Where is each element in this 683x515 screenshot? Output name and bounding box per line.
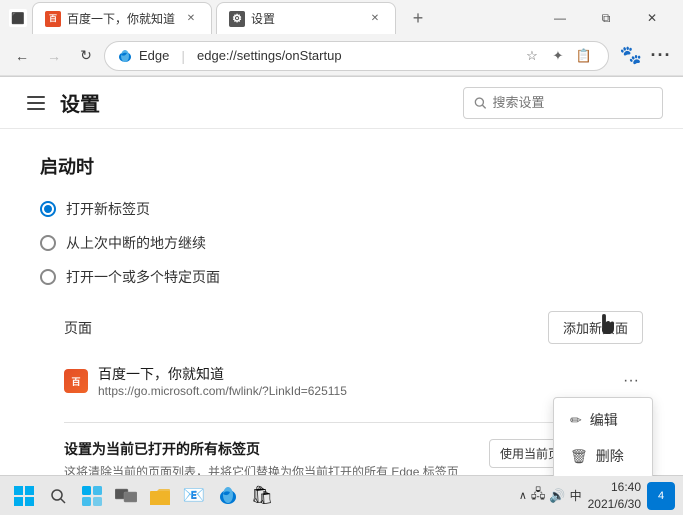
svg-text:⬛: ⬛	[11, 12, 25, 25]
sys-tray: ∧ 🖧 🔊 中	[519, 485, 582, 507]
forward-button[interactable]: →	[40, 42, 68, 70]
windows-logo-icon	[14, 486, 34, 506]
edit-label: 编辑	[590, 410, 618, 430]
refresh-button[interactable]: ↻	[72, 42, 100, 70]
pages-header: 页面 添加新页面	[64, 311, 643, 344]
taskview-icon	[115, 487, 137, 505]
window-controls: — ⧉ ✕	[537, 0, 675, 36]
taskbar-search-button[interactable]	[44, 482, 72, 510]
tab-settings-label: 设置	[251, 10, 361, 27]
taskbar-app-store[interactable]: 🛍	[246, 480, 278, 512]
tab-settings[interactable]: ⚙ 设置 ✕	[216, 2, 396, 34]
section-title: 启动时	[40, 153, 643, 179]
tab-baidu[interactable]: 百 百度一下，你就知道 ✕	[32, 2, 212, 34]
taskbar-search-icon	[50, 488, 66, 504]
taskbar-app-explorer[interactable]	[144, 480, 176, 512]
taskbar-app-mail[interactable]: 📧	[178, 480, 210, 512]
pages-section: 页面 添加新页面 百 百度一下，你就知道 https://go.microsof…	[64, 311, 643, 476]
page-item-favicon: 百	[64, 369, 88, 393]
taskbar-right: ∧ 🖧 🔊 中 16:40 2021/6/30 4	[519, 479, 675, 513]
address-text: edge://settings/onStartup	[197, 48, 514, 63]
taskbar-apps: 📧 🛍	[76, 480, 278, 512]
more-icon[interactable]: ···	[647, 42, 675, 70]
radio-continue[interactable]	[40, 235, 56, 251]
taskbar: 📧 🛍 ∧ 🖧 🔊 中 16:40 2021/6/30 4	[0, 475, 683, 515]
bottom-title: 设置为当前已打开的所有标签页	[64, 439, 523, 459]
minimize-button[interactable]: —	[537, 0, 583, 36]
collections-icon[interactable]: ✦	[546, 44, 570, 68]
settings-favicon: ⚙	[229, 11, 245, 27]
delete-label: 删除	[596, 446, 624, 466]
page-item: 百 百度一下，你就知道 https://go.microsoft.com/fwl…	[64, 356, 643, 406]
page-item-url: https://go.microsoft.com/fwlink/?LinkId=…	[98, 384, 609, 398]
pages-label: 页面	[64, 318, 92, 338]
radio-newtab-label: 打开新标签页	[66, 199, 150, 219]
tab-settings-close[interactable]: ✕	[367, 11, 383, 27]
menu-icon[interactable]	[20, 87, 52, 119]
radio-continue-label: 从上次中断的地方继续	[66, 233, 206, 253]
favorites-icon[interactable]: ☆	[520, 44, 544, 68]
edit-icon: ✏	[570, 412, 582, 429]
taskbar-app-taskview[interactable]	[110, 480, 142, 512]
radio-newtab[interactable]	[40, 201, 56, 217]
page-item-info: 百度一下，你就知道 https://go.microsoft.com/fwlin…	[98, 364, 609, 398]
page-title: 设置	[60, 88, 100, 117]
context-menu-delete[interactable]: 🗑 删除	[554, 438, 652, 474]
toolbar-icons: 🐾 ···	[617, 42, 675, 70]
clock-time: 16:40	[588, 479, 641, 496]
page-item-more-container: ··· ✏ 编辑 🗑 删除	[619, 369, 643, 393]
tab-baidu-close[interactable]: ✕	[183, 11, 199, 27]
startup-options: 打开新标签页 从上次中断的地方继续 打开一个或多个特定页面	[40, 199, 643, 287]
clock[interactable]: 16:40 2021/6/30	[588, 479, 641, 513]
address-actions: ☆ ✦ 📋	[520, 44, 596, 68]
radio-specific-label: 打开一个或多个特定页面	[66, 267, 220, 287]
context-menu: ✏ 编辑 🗑 删除	[553, 397, 653, 476]
tray-network-icon: 🖧	[531, 485, 546, 507]
baidu-favicon: 百	[45, 11, 61, 27]
taskbar-app-widgets[interactable]	[76, 480, 108, 512]
radio-specific[interactable]	[40, 269, 56, 285]
browser-icon: ⬛	[8, 8, 28, 28]
tray-caret-icon[interactable]: ∧	[519, 489, 527, 502]
search-icon	[474, 96, 487, 110]
page-item-more-button[interactable]: ···	[619, 369, 643, 393]
tray-volume-icon: 🔊	[549, 488, 565, 504]
explorer-icon	[149, 486, 171, 506]
new-tab-button[interactable]: +	[404, 4, 432, 32]
close-button[interactable]: ✕	[629, 0, 675, 36]
address-separator: |	[181, 48, 185, 64]
settings-search-box[interactable]	[463, 87, 663, 119]
add-new-page-button[interactable]: 添加新页面	[548, 311, 643, 344]
address-bar[interactable]: Edge | edge://settings/onStartup ☆ ✦ 📋	[104, 41, 609, 71]
context-menu-edit[interactable]: ✏ 编辑	[554, 402, 652, 438]
profile-collections-icon[interactable]: 📋	[572, 44, 596, 68]
settings-content: 启动时 打开新标签页 从上次中断的地方继续 打开一个或多个特定页面 页面 添加新…	[0, 129, 683, 476]
taskbar-app-edge[interactable]	[212, 480, 244, 512]
radio-item-continue[interactable]: 从上次中断的地方继续	[40, 233, 643, 253]
profile-icon[interactable]: 🐾	[617, 42, 645, 70]
start-button[interactable]	[8, 480, 40, 512]
title-bar: ⬛ 百 百度一下，你就知道 ✕ ⚙ 设置 ✕ + — ⧉ ✕	[0, 0, 683, 36]
address-brand: Edge	[139, 48, 169, 63]
page-item-name: 百度一下，你就知道	[98, 364, 609, 384]
notification-button[interactable]: 4	[647, 482, 675, 510]
delete-icon: 🗑	[570, 448, 588, 465]
radio-item-newtab[interactable]: 打开新标签页	[40, 199, 643, 219]
edge-logo-icon	[117, 48, 133, 64]
edge-taskbar-icon	[217, 485, 239, 507]
settings-search-input[interactable]	[493, 95, 652, 110]
back-button[interactable]: ←	[8, 42, 36, 70]
nav-bar: ← → ↻ Edge | edge://settings/onStartup ☆…	[0, 36, 683, 76]
widgets-icon	[81, 485, 103, 507]
tab-baidu-label: 百度一下，你就知道	[67, 10, 177, 27]
settings-header: 设置	[0, 77, 683, 129]
radio-item-specific[interactable]: 打开一个或多个特定页面	[40, 267, 643, 287]
clock-date: 2021/6/30	[588, 496, 641, 513]
tray-region-icon: 中	[570, 487, 582, 504]
maximize-button[interactable]: ⧉	[583, 0, 629, 36]
hamburger-icon	[27, 96, 45, 110]
